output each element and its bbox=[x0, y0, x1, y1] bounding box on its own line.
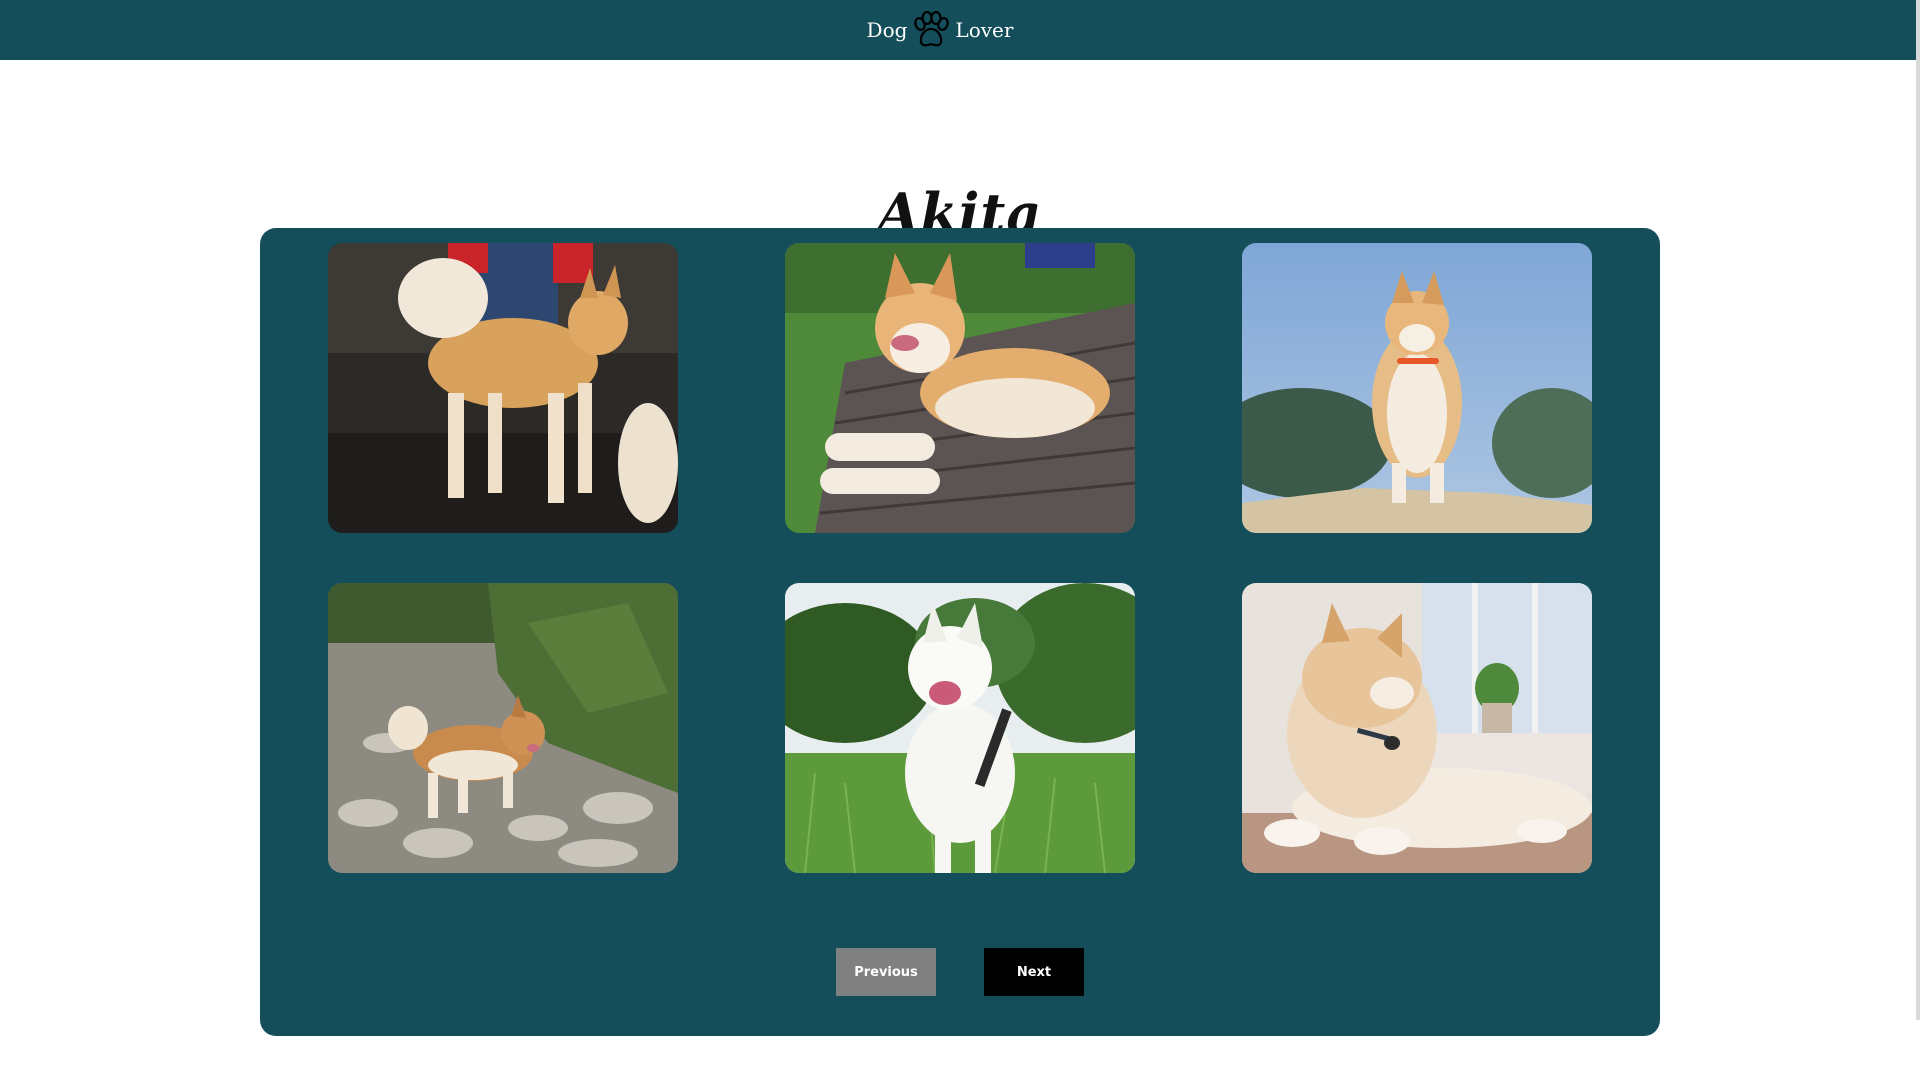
brand-logo[interactable]: Dog Lover bbox=[866, 11, 1014, 49]
previous-button[interactable]: Previous bbox=[836, 948, 936, 996]
akita-photo-5[interactable] bbox=[785, 583, 1135, 873]
akita-photo-1[interactable] bbox=[328, 243, 678, 533]
dog-photo-image bbox=[328, 243, 678, 533]
brand-word-dog: Dog bbox=[866, 18, 908, 42]
dog-photo-image bbox=[785, 583, 1135, 873]
brand-word-lover: Lover bbox=[955, 18, 1014, 42]
dog-photo-image bbox=[785, 243, 1135, 533]
paw-icon bbox=[914, 11, 950, 47]
akita-photo-2[interactable] bbox=[785, 243, 1135, 533]
dog-photo-image bbox=[1242, 243, 1592, 533]
viewport: Dog Lover Akita Previous Next bbox=[0, 0, 1920, 1080]
next-button[interactable]: Next bbox=[984, 948, 1084, 996]
gallery-panel: Previous Next bbox=[260, 228, 1660, 1036]
top-navbar: Dog Lover bbox=[0, 0, 1920, 60]
akita-photo-3[interactable] bbox=[1242, 243, 1592, 533]
page-scrollbar[interactable] bbox=[1916, 0, 1920, 1020]
dog-photo-image bbox=[328, 583, 678, 873]
akita-photo-6[interactable] bbox=[1242, 583, 1592, 873]
akita-photo-4[interactable] bbox=[328, 583, 678, 873]
dog-photo-image bbox=[1242, 583, 1592, 873]
